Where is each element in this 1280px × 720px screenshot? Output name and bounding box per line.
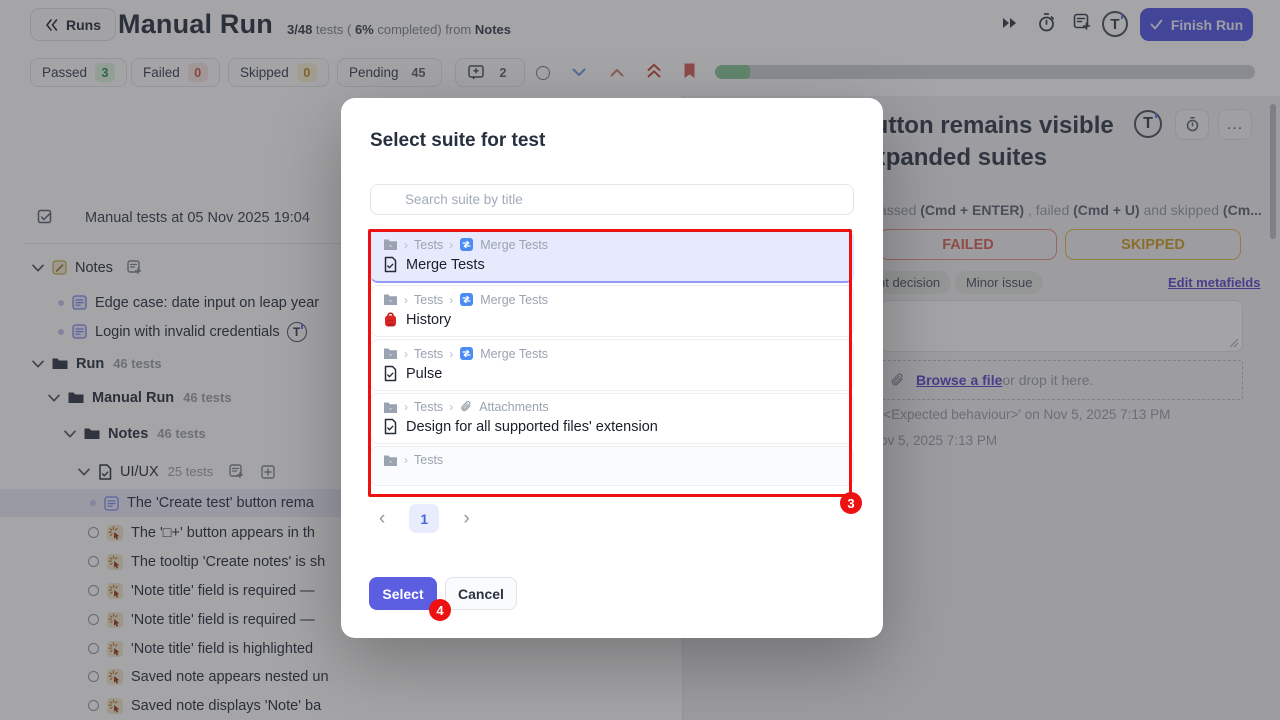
- annotation-badge-3: 3: [840, 492, 862, 514]
- cancel-button[interactable]: Cancel: [445, 577, 517, 610]
- app-window: Runs Manual Run 3/48 tests ( 6% complete…: [0, 0, 1280, 720]
- next-page-icon[interactable]: ›: [463, 509, 469, 528]
- annotation-badge-4: 4: [429, 599, 451, 621]
- annotation-box-suite-list: [368, 229, 852, 497]
- modal-title: Select suite for test: [370, 130, 545, 152]
- page-1-button[interactable]: 1: [409, 504, 439, 533]
- select-button[interactable]: Select: [369, 577, 437, 610]
- pagination: ‹ 1 ›: [379, 504, 470, 533]
- suite-search-input[interactable]: [370, 184, 854, 215]
- prev-page-icon[interactable]: ‹: [379, 509, 385, 528]
